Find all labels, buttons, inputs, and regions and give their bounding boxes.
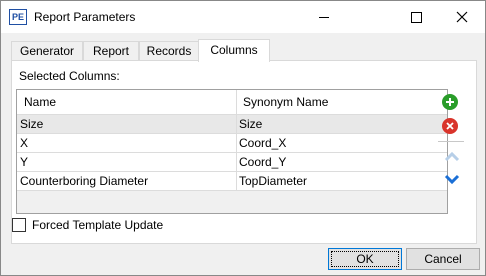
close-icon bbox=[456, 11, 468, 23]
cell-name[interactable]: X bbox=[17, 134, 237, 152]
cell-name[interactable]: Size bbox=[17, 115, 237, 133]
tab-columns[interactable]: Columns bbox=[198, 39, 270, 62]
cell-synonym[interactable]: Coord_Y bbox=[236, 153, 447, 171]
close-button[interactable] bbox=[439, 1, 485, 33]
forced-template-update-checkbox[interactable] bbox=[12, 218, 26, 232]
table-row[interactable]: Y Coord_Y bbox=[17, 153, 447, 172]
cell-name[interactable]: Counterboring Diameter bbox=[17, 172, 237, 190]
cell-synonym[interactable]: Coord_X bbox=[236, 134, 447, 152]
tab-report[interactable]: Report bbox=[83, 41, 139, 61]
tab-generator[interactable]: Generator bbox=[11, 41, 83, 61]
divider bbox=[438, 141, 464, 142]
columns-panel: Selected Columns: Name Synonym Name Size… bbox=[11, 60, 477, 244]
cancel-button[interactable]: Cancel bbox=[406, 248, 480, 270]
chevron-up-icon bbox=[444, 151, 460, 162]
cell-name[interactable]: Y bbox=[17, 153, 237, 171]
tab-records[interactable]: Records bbox=[139, 41, 199, 61]
column-header-synonym[interactable]: Synonym Name bbox=[236, 90, 443, 114]
column-header-name[interactable]: Name bbox=[17, 90, 237, 114]
cell-synonym[interactable]: TopDiameter bbox=[236, 172, 447, 190]
window-title: Report Parameters bbox=[34, 10, 136, 24]
add-column-button[interactable] bbox=[442, 94, 458, 110]
ok-button[interactable]: OK bbox=[328, 248, 402, 270]
columns-grid[interactable]: Name Synonym Name Size Size X Coord_X Y … bbox=[16, 89, 448, 214]
remove-column-button[interactable] bbox=[442, 118, 458, 134]
minimize-icon bbox=[319, 16, 329, 18]
selected-columns-label: Selected Columns: bbox=[19, 69, 120, 83]
forced-template-update-label[interactable]: Forced Template Update bbox=[32, 218, 163, 232]
plus-circle-icon bbox=[446, 98, 454, 106]
move-up-button[interactable] bbox=[443, 150, 461, 162]
app-icon: PE bbox=[9, 9, 27, 25]
maximize-icon bbox=[410, 11, 422, 23]
focus-ring bbox=[331, 251, 399, 267]
table-row[interactable]: X Coord_X bbox=[17, 134, 447, 153]
table-row[interactable]: Size Size bbox=[17, 115, 447, 134]
cell-synonym[interactable]: Size bbox=[236, 115, 447, 133]
grid-header: Name Synonym Name bbox=[17, 90, 447, 115]
move-down-button[interactable] bbox=[443, 174, 461, 186]
table-row[interactable]: Counterboring Diameter TopDiameter bbox=[17, 172, 447, 191]
maximize-button[interactable] bbox=[393, 1, 439, 33]
chevron-down-icon bbox=[444, 174, 460, 185]
minimize-button[interactable] bbox=[301, 1, 347, 33]
report-parameters-dialog: PE Report Parameters Generator Report Re… bbox=[0, 0, 486, 276]
title-bar[interactable]: PE Report Parameters bbox=[1, 1, 485, 33]
x-circle-icon bbox=[446, 122, 454, 130]
